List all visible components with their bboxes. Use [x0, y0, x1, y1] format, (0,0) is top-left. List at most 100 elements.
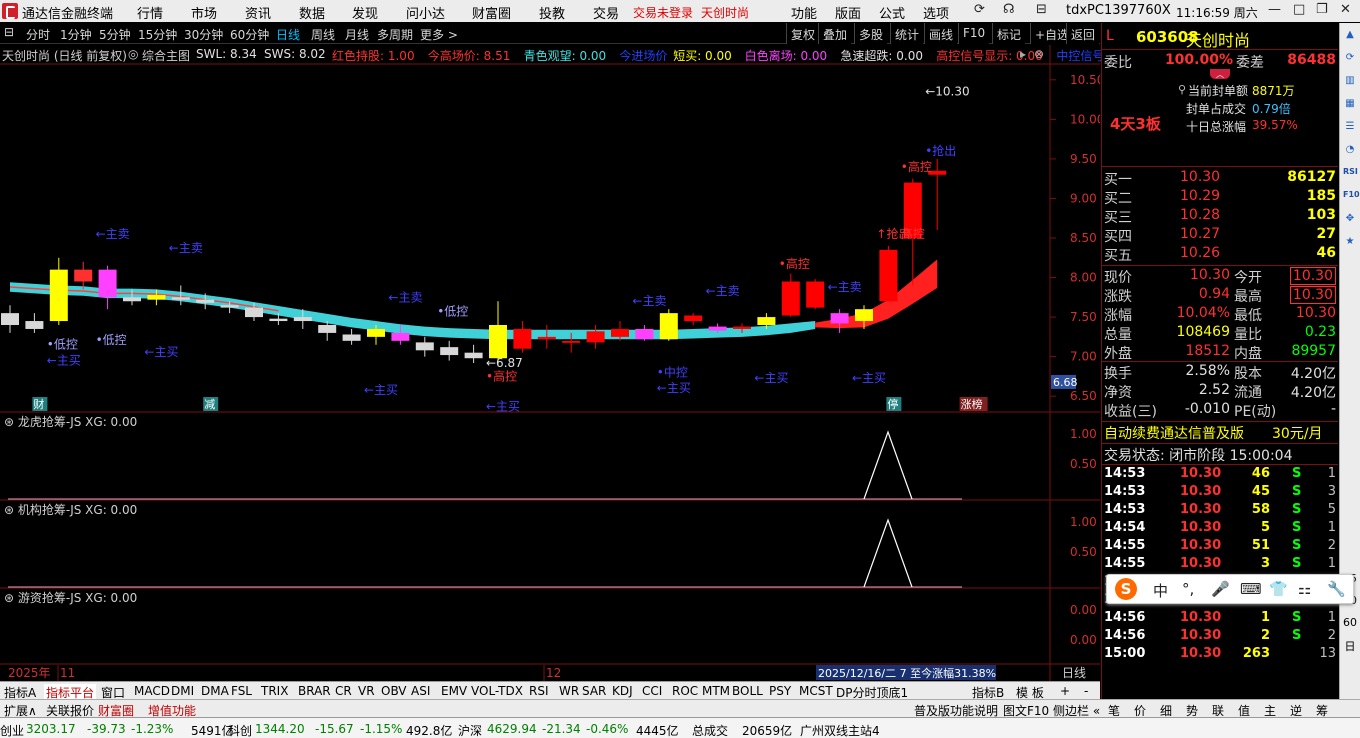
ime-item-4[interactable]: 👕	[1269, 580, 1288, 598]
indicator-tab-14[interactable]: VOL-TDX	[471, 684, 523, 698]
indicator-tab-20[interactable]: ROC	[672, 684, 698, 698]
subpane-tick: 0.00	[1070, 633, 1097, 647]
minimize-icon[interactable]: —	[1268, 2, 1281, 17]
menu-quotes[interactable]: 行情	[137, 3, 163, 22]
status-item-1: 3203.17	[26, 722, 76, 736]
indicator-tab-16[interactable]: WR	[559, 684, 579, 698]
toolbar-right-8[interactable]: 返回	[1066, 23, 1100, 44]
indicator-tab-10[interactable]: VR	[358, 684, 375, 698]
indicator-tab-23[interactable]: PSY	[769, 684, 791, 698]
indicator-tab-21[interactable]: MTM	[702, 684, 730, 698]
menu-news[interactable]: 资讯	[245, 3, 271, 22]
indicator-tab-17[interactable]: SAR	[582, 684, 606, 698]
menu-formula[interactable]: 公式	[879, 3, 905, 22]
toolbar-right-2[interactable]: 多股	[854, 23, 888, 44]
indicator-tab-3[interactable]: MACD	[134, 684, 170, 698]
tick-volume: 58	[1251, 502, 1270, 517]
period-4[interactable]: 30分钟	[184, 26, 223, 43]
kline-chart[interactable]: 10.50 10.00 9.50 9.00 8.50 8.00 7.50 7.00 6.506.…	[0, 45, 1100, 681]
maximize-icon[interactable]: □	[1293, 2, 1305, 17]
chart-icon[interactable]: ◔	[1343, 144, 1357, 158]
menu-market[interactable]: 市场	[191, 3, 217, 22]
menu-function[interactable]: 功能	[791, 3, 817, 22]
indicator-tab-18[interactable]: KDJ	[612, 684, 633, 698]
collapse-icon[interactable]: ︿	[1210, 69, 1230, 79]
indicator-tab-22[interactable]: BOLL	[732, 684, 763, 698]
toolbar-right-1[interactable]: 叠加	[818, 23, 852, 44]
close-icon[interactable]: ✕	[1340, 2, 1351, 17]
ime-item-0[interactable]: 中	[1153, 580, 1168, 601]
indicator-tab-24[interactable]: MCST	[799, 684, 833, 698]
toolbar-right-3[interactable]: 统计	[890, 23, 924, 44]
move-icon[interactable]: ✥	[1343, 213, 1357, 227]
period-8[interactable]: 月线	[345, 26, 369, 43]
strip-period-1[interactable]: 60	[1343, 616, 1357, 630]
indicator-tab-15[interactable]: RSI	[529, 684, 549, 698]
star-icon[interactable]: ★	[1343, 236, 1357, 250]
f10-icon[interactable]: F10	[1343, 190, 1360, 204]
ime-item-5[interactable]: ⚏	[1298, 580, 1311, 598]
period-5[interactable]: 60分钟	[230, 26, 269, 43]
ime-item-3[interactable]: ⌨	[1240, 580, 1262, 598]
period-2[interactable]: 5分钟	[99, 26, 131, 43]
menu-edu[interactable]: 投教	[539, 3, 565, 22]
ime-item-2[interactable]: 🎤	[1211, 580, 1230, 598]
headset-icon[interactable]: ☊	[1003, 2, 1015, 17]
indicator-tab-9[interactable]: CR	[335, 684, 352, 698]
toolbar-menu-icon[interactable]: ⊟	[4, 25, 14, 39]
restore-icon[interactable]: ❐	[1316, 2, 1328, 17]
indicator-tab-11[interactable]: OBV	[381, 684, 407, 698]
period-7[interactable]: 周线	[311, 26, 335, 43]
menu-ask[interactable]: 问小达	[406, 3, 445, 22]
indicator-tab-7[interactable]: TRIX	[261, 684, 288, 698]
weicha-label: 委差	[1236, 55, 1264, 71]
ime-toolbar[interactable]: S 中 °, 🎤 ⌨ 👕 ⚏ 🔧	[1106, 574, 1354, 604]
period-label[interactable]: 日线	[1062, 666, 1086, 680]
trade-login-status[interactable]: 交易未登录	[633, 4, 693, 21]
ad-price[interactable]: 30元/月	[1272, 423, 1323, 443]
menu-layout[interactable]: 版面	[835, 3, 861, 22]
indicator-tab-5[interactable]: DMA	[201, 684, 229, 698]
chart-annotation: •高控	[779, 256, 810, 271]
candle-body	[537, 336, 556, 340]
indicator-tab-19[interactable]: CCI	[642, 684, 662, 698]
tab-right-3[interactable]: -	[1084, 684, 1088, 698]
ime-item-1[interactable]: °,	[1182, 580, 1194, 598]
indicator-tab-4[interactable]: DMI	[171, 684, 194, 698]
period-0[interactable]: 分时	[26, 26, 50, 43]
toolbar-right-4[interactable]: 画线	[924, 23, 958, 44]
menu-discover[interactable]: 发现	[352, 3, 378, 22]
toolbar-right-6[interactable]: 标记	[992, 23, 1026, 44]
list-icon[interactable]: ☰	[1343, 121, 1357, 135]
settings-icon[interactable]: ⊟	[1036, 2, 1047, 17]
strip-period-0[interactable]: 日	[1343, 638, 1357, 653]
indicator-tab-12[interactable]: ASI	[411, 684, 430, 698]
ime-item-6[interactable]: 🔧	[1327, 580, 1346, 598]
menu-wealth[interactable]: 财富圈	[472, 3, 511, 22]
period-9[interactable]: 多周期	[377, 26, 413, 43]
period-6[interactable]: 日线	[276, 26, 300, 43]
period-1[interactable]: 1分钟	[60, 26, 92, 43]
ad-text[interactable]: 自动续费通达信普及版	[1104, 423, 1244, 443]
refresh-icon[interactable]: ⟳	[974, 2, 985, 17]
indicator-tab-13[interactable]: EMV	[441, 684, 467, 698]
toolbar-right-0[interactable]: 复权	[786, 23, 820, 44]
period-10[interactable]: 更多 >	[420, 26, 458, 43]
indicator-tab-8[interactable]: BRAR	[298, 684, 331, 698]
indicator-tab-6[interactable]: FSL	[231, 684, 252, 698]
menu-trade[interactable]: 交易	[593, 3, 619, 22]
grid-icon[interactable]: ▦	[1343, 98, 1357, 112]
toolbar-right-5[interactable]: F10	[958, 23, 990, 44]
bar-icon[interactable]: ▥	[1343, 75, 1357, 89]
candle-body	[879, 249, 898, 302]
menu-data[interactable]: 数据	[299, 3, 325, 22]
rsi-icon[interactable]: RSI	[1343, 167, 1358, 181]
menu-options[interactable]: 选项	[923, 3, 949, 22]
tab-right-2[interactable]: +	[1060, 684, 1070, 698]
refresh-icon[interactable]: ⟳	[1343, 52, 1357, 66]
ime-logo-icon[interactable]: S	[1115, 578, 1137, 600]
arrow-up-icon[interactable]: ▲	[1343, 29, 1357, 43]
tick-volume: 3	[1260, 556, 1270, 571]
tick-price: 10.30	[1180, 466, 1222, 481]
period-3[interactable]: 15分钟	[138, 26, 177, 43]
